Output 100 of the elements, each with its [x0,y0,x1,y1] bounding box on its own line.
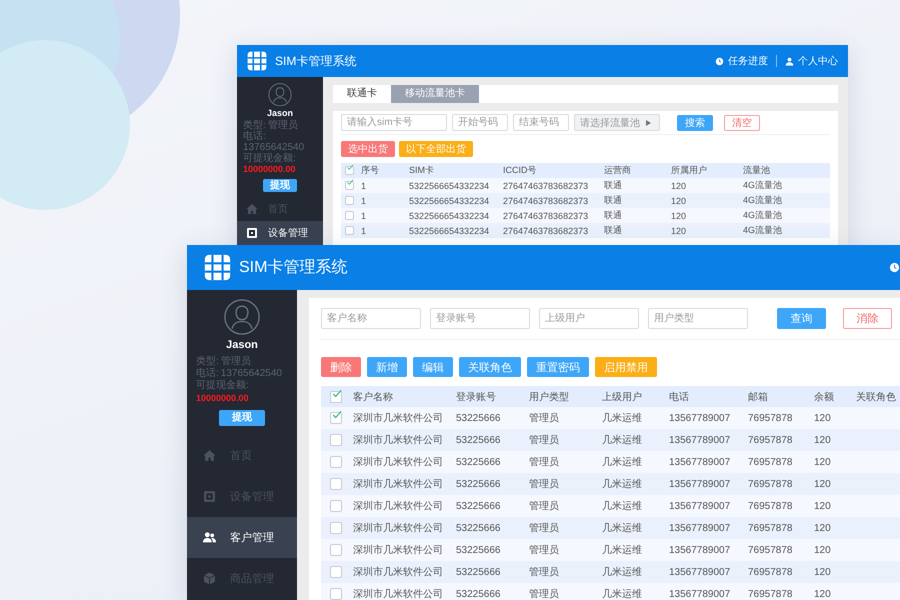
checkbox[interactable] [345,181,354,190]
clock-icon[interactable] [889,262,900,273]
table-cell-text: 76957878 [748,588,794,600]
input-field[interactable]: 上级用户 [539,308,639,329]
action-button[interactable]: 删除 [321,357,361,377]
action-button[interactable]: 编辑 [413,357,453,377]
checkbox[interactable] [345,211,354,220]
withdraw-button[interactable]: 提现 [263,179,297,192]
checkbox[interactable] [330,522,342,534]
framed-square-icon [203,490,216,503]
column-header: 登录账号 [456,390,497,404]
table-cell-text: 13567789007 [669,500,732,512]
input-field[interactable]: 结束号码 [513,114,569,131]
user-name: Jason [225,339,259,351]
table-cell-text: 深圳市几米软件公司 [353,500,444,513]
checkbox[interactable] [330,566,342,578]
table-cell-text: 几米运维 [602,478,643,491]
withdraw-button[interactable]: 提现 [219,410,265,426]
checkbox[interactable] [345,166,354,175]
search-button[interactable]: 查询 [777,308,826,329]
table-cell-text: 5322566654332234 [409,196,490,206]
checkbox[interactable] [330,500,342,512]
window-title: SIM卡管理系统 [239,258,348,278]
table-cell-text: 120 [814,544,832,556]
table-cell-text: 76957878 [748,500,794,512]
input-field[interactable]: 开始号码 [452,114,508,131]
checkbox[interactable] [330,412,342,424]
action-button[interactable]: 以下全部出货 [399,141,473,157]
column-header: 序号 [361,164,380,177]
checkbox[interactable] [330,588,342,600]
table-cell-text: 120 [814,566,832,578]
select-field[interactable]: 请选择流量池 [574,114,660,131]
search-button[interactable]: 搜索 [677,114,713,130]
checkbox[interactable] [330,434,342,446]
input-field[interactable]: 登录账号 [430,308,530,329]
action-button[interactable]: 关联角色 [459,357,521,377]
checkbox[interactable] [345,226,354,235]
table-cell-text: 13567789007 [669,522,732,534]
table-cell-text: 120 [814,456,832,468]
table-cell-text: 120 [814,522,832,534]
table-cell-text: 几米运维 [602,588,643,600]
checkbox[interactable] [330,478,342,490]
checkbox[interactable] [345,196,354,205]
header-link[interactable]: 任务进度 [715,54,768,68]
table-cell-text: 5322566654332234 [409,180,490,190]
table-cell-text: 几米运维 [602,566,643,579]
caret-icon [646,120,651,126]
table-cell-text: 53225666 [456,478,502,490]
table-cell-text: 管理员 [529,588,560,600]
column-header: 流量池 [743,164,771,177]
people-icon [203,531,216,544]
table-cell-text: 76957878 [748,434,794,446]
table-cell-text: 27647463783682373 [503,226,590,236]
input-field[interactable]: 客户名称 [321,308,421,329]
table-cell-text: 几米运维 [602,434,643,447]
column-header: 电话 [669,390,690,404]
nav-item[interactable]: 客户管理 [187,517,297,558]
action-button[interactable]: 新增 [367,357,407,377]
user-icon [785,56,794,66]
checkmark-icon [331,388,343,398]
info-value: 管理员 [220,356,251,368]
sim-chip-icon [204,254,231,281]
info-value: 管理员 [268,120,298,132]
table-cell-text: 深圳市几米软件公司 [353,434,444,447]
table-cell-text: 管理员 [529,500,560,513]
table-cell-text: 120 [671,180,688,190]
action-button[interactable]: 启用禁用 [595,357,657,377]
column-header: 邮箱 [748,390,769,404]
home-icon [203,449,216,462]
table-cell-text: 深圳市几米软件公司 [353,478,444,491]
column-header: 所属用户 [671,164,708,177]
table-cell-text: 1 [361,210,368,220]
table-cell-text: 53225666 [456,588,502,600]
checkbox[interactable] [330,544,342,556]
action-button[interactable]: 选中出货 [341,141,395,157]
table-cell-text: 管理员 [529,544,560,557]
table-cell-text: 4G流量池 [743,224,784,237]
table-cell-text: 深圳市几米软件公司 [353,544,444,557]
info-label: 可提现金额: [243,153,296,164]
column-header: 运营商 [604,164,632,177]
input-field[interactable]: 请输入sim卡号 [341,114,447,131]
cube-icon [203,572,216,585]
column-header: 余额 [814,390,835,404]
checkbox[interactable] [330,390,342,402]
table-cell-text: 53225666 [456,522,502,534]
table-cell-text: 5322566654332234 [409,210,490,220]
table-cell-text: 联通 [604,194,623,207]
table-cell-text: 53225666 [456,456,502,468]
clear-button[interactable]: 清空 [724,114,760,130]
table-cell-text: 120 [814,500,832,512]
header-link[interactable]: 个人中心 [785,54,838,68]
nav-item[interactable]: 设备管理 [237,220,323,245]
action-button[interactable]: 重置密码 [527,357,589,377]
tab[interactable]: 移动流量池卡 [391,85,479,103]
input-field[interactable]: 用户类型 [648,308,748,329]
table-cell-text: 53225666 [456,544,502,556]
checkbox[interactable] [330,456,342,468]
table-cell-text: 1 [361,196,368,206]
info-label: 类型: [196,356,219,368]
clear-button[interactable]: 消除 [843,308,892,329]
